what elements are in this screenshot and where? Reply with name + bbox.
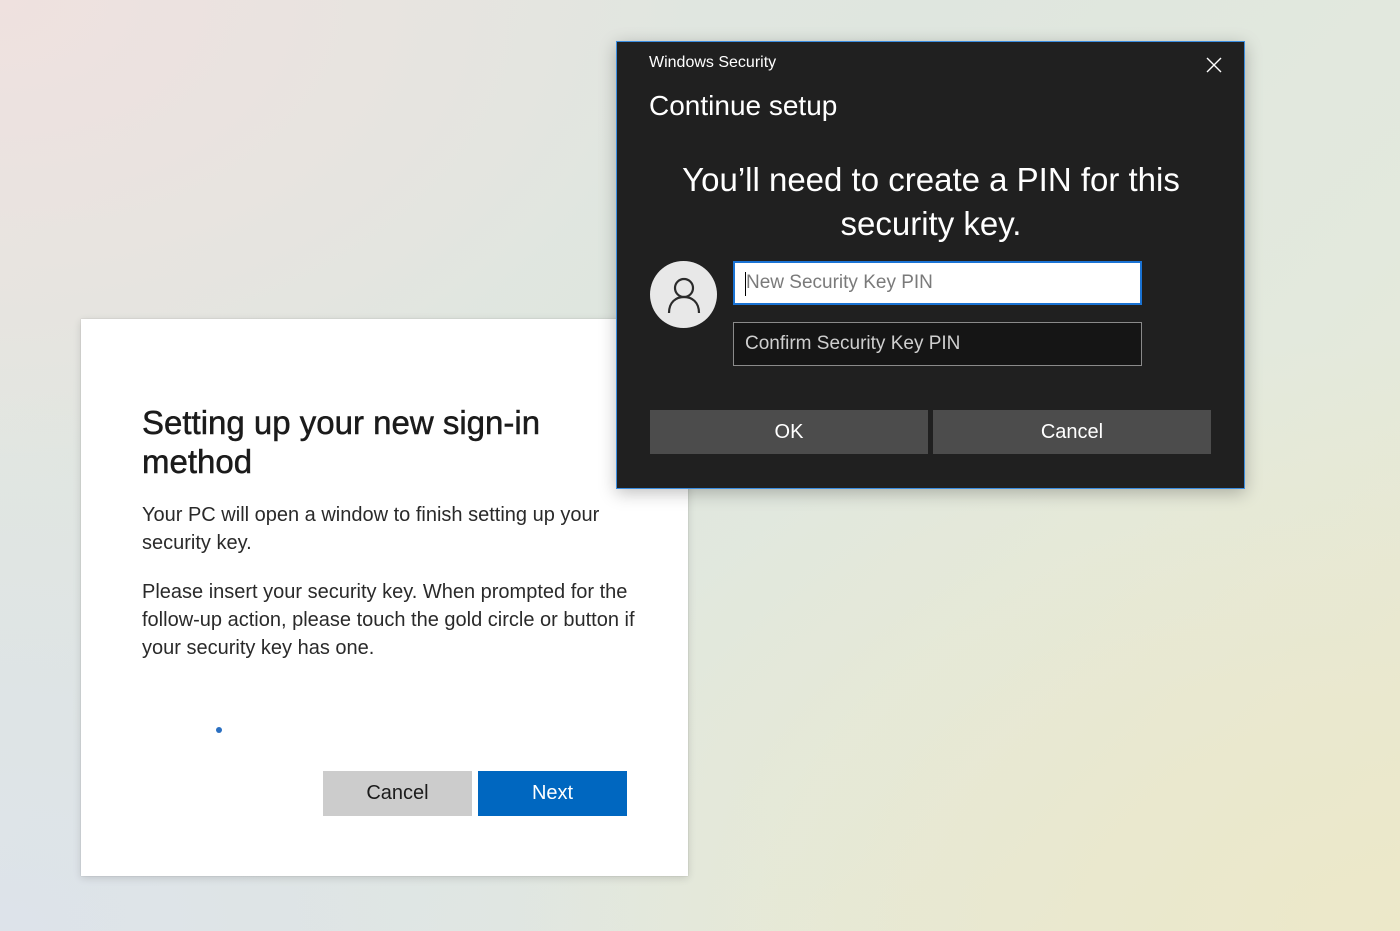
dialog-app-title: Windows Security <box>649 54 777 71</box>
setup-title: Setting up your new sign-in method <box>142 404 541 481</box>
setup-cancel-button[interactable]: Cancel <box>323 771 472 816</box>
avatar <box>650 261 717 328</box>
close-icon <box>1206 57 1222 73</box>
ok-button[interactable]: OK <box>650 410 928 454</box>
windows-security-dialog: Windows Security Continue setup You’ll n… <box>616 41 1245 489</box>
dialog-heading: Continue setup <box>649 90 838 121</box>
dialog-cancel-button[interactable]: Cancel <box>933 410 1211 454</box>
setup-panel: Setting up your new sign-in method Your … <box>81 319 688 876</box>
confirm-pin-input[interactable] <box>733 322 1142 366</box>
text-caret <box>745 272 746 296</box>
new-pin-input[interactable] <box>733 261 1142 305</box>
setup-instructions: Please insert your security key. When pr… <box>142 581 635 659</box>
close-button[interactable] <box>1199 50 1229 80</box>
user-icon <box>667 277 700 313</box>
setup-description: Your PC will open a window to finish set… <box>142 504 600 554</box>
dialog-message: You’ll need to create a PIN for this sec… <box>682 161 1180 242</box>
progress-indicator <box>216 727 222 733</box>
setup-next-button[interactable]: Next <box>478 771 627 816</box>
